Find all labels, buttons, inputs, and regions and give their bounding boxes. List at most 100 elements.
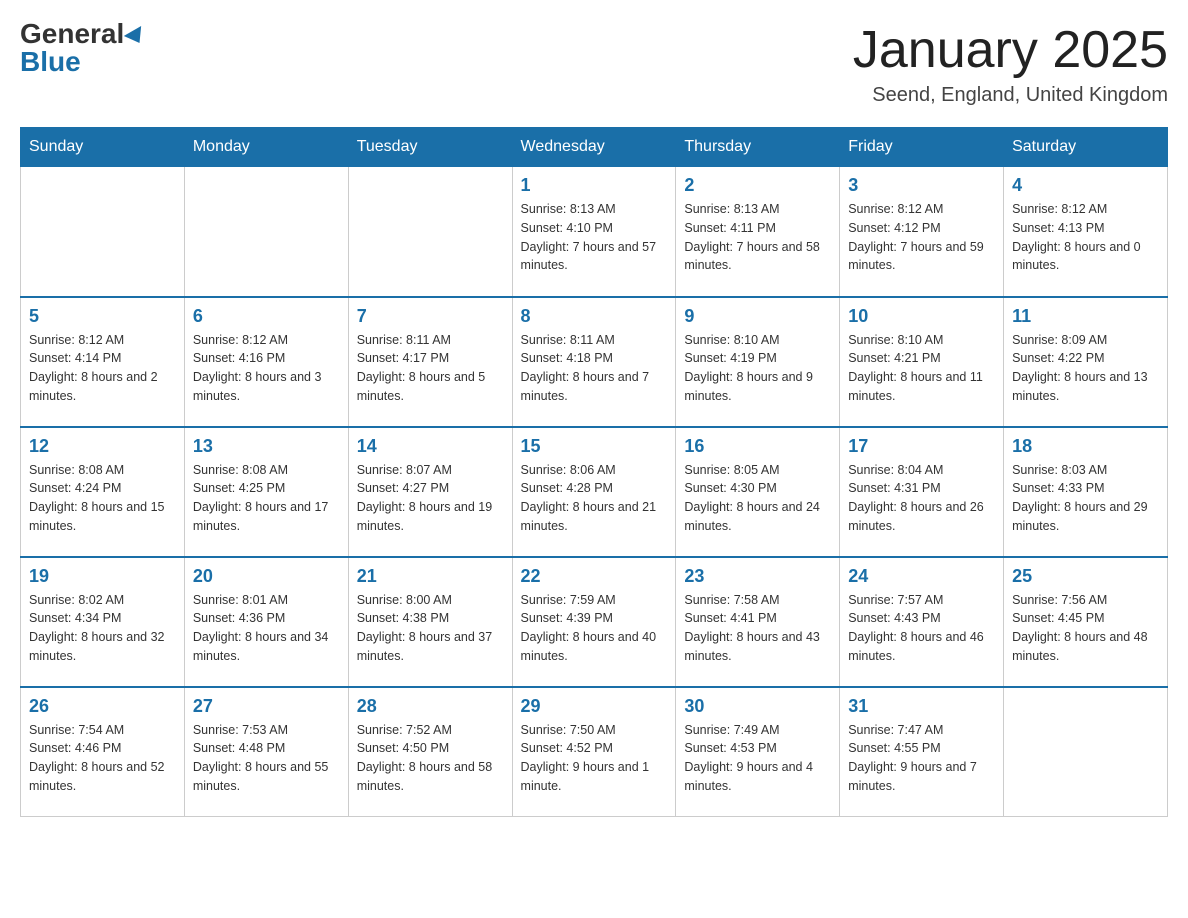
calendar-cell: 30 Sunrise: 7:49 AMSunset: 4:53 PMDayligh… [676, 687, 840, 817]
calendar-header-tuesday: Tuesday [348, 128, 512, 167]
day-info: Sunrise: 8:12 AMSunset: 4:14 PMDaylight:… [29, 331, 176, 406]
day-info: Sunrise: 8:12 AMSunset: 4:13 PMDaylight:… [1012, 200, 1159, 275]
day-info: Sunrise: 7:58 AMSunset: 4:41 PMDaylight:… [684, 591, 831, 666]
calendar-cell [21, 167, 185, 297]
logo-top: General [20, 20, 146, 48]
calendar-week-row: 12 Sunrise: 8:08 AMSunset: 4:24 PMDayligh… [21, 427, 1168, 557]
calendar-cell: 11Sunrise: 8:09 AMSunset: 4:22 PMDayligh… [1004, 297, 1168, 427]
day-number: 10 [848, 306, 995, 327]
day-number: 6 [193, 306, 340, 327]
calendar-cell: 2 Sunrise: 8:13 AMSunset: 4:11 PMDaylight… [676, 167, 840, 297]
day-number: 26 [29, 696, 176, 717]
day-number: 27 [193, 696, 340, 717]
day-number: 18 [1012, 436, 1159, 457]
day-info: Sunrise: 8:12 AMSunset: 4:16 PMDaylight:… [193, 331, 340, 406]
day-number: 12 [29, 436, 176, 457]
day-info: Sunrise: 7:49 AMSunset: 4:53 PMDaylight:… [684, 721, 831, 796]
calendar-cell: 20 Sunrise: 8:01 AMSunset: 4:36 PMDayligh… [184, 557, 348, 687]
calendar-cell: 12 Sunrise: 8:08 AMSunset: 4:24 PMDayligh… [21, 427, 185, 557]
calendar-cell: 17 Sunrise: 8:04 AMSunset: 4:31 PMDayligh… [840, 427, 1004, 557]
day-number: 7 [357, 306, 504, 327]
day-number: 8 [521, 306, 668, 327]
day-info: Sunrise: 8:13 AMSunset: 4:10 PMDaylight:… [521, 200, 668, 275]
day-number: 14 [357, 436, 504, 457]
day-info: Sunrise: 7:54 AMSunset: 4:46 PMDaylight:… [29, 721, 176, 796]
day-info: Sunrise: 8:00 AMSunset: 4:38 PMDaylight:… [357, 591, 504, 666]
calendar-cell: 14 Sunrise: 8:07 AMSunset: 4:27 PMDayligh… [348, 427, 512, 557]
calendar-cell: 27Sunrise: 7:53 AMSunset: 4:48 PMDayligh… [184, 687, 348, 817]
day-number: 25 [1012, 566, 1159, 587]
day-number: 1 [521, 175, 668, 196]
calendar-cell [184, 167, 348, 297]
calendar-header-wednesday: Wednesday [512, 128, 676, 167]
day-number: 13 [193, 436, 340, 457]
calendar-cell: 31Sunrise: 7:47 AMSunset: 4:55 PMDayligh… [840, 687, 1004, 817]
day-info: Sunrise: 8:07 AMSunset: 4:27 PMDaylight:… [357, 461, 504, 536]
calendar-cell: 19 Sunrise: 8:02 AMSunset: 4:34 PMDayligh… [21, 557, 185, 687]
day-info: Sunrise: 8:09 AMSunset: 4:22 PMDaylight:… [1012, 331, 1159, 406]
calendar-week-row: 1 Sunrise: 8:13 AMSunset: 4:10 PMDaylight… [21, 167, 1168, 297]
calendar-cell: 16 Sunrise: 8:05 AMSunset: 4:30 PMDayligh… [676, 427, 840, 557]
day-info: Sunrise: 8:13 AMSunset: 4:11 PMDaylight:… [684, 200, 831, 275]
calendar-cell [348, 167, 512, 297]
day-info: Sunrise: 7:47 AMSunset: 4:55 PMDaylight:… [848, 721, 995, 796]
calendar-table: SundayMondayTuesdayWednesdayThursdayFrid… [20, 127, 1168, 817]
day-number: 28 [357, 696, 504, 717]
location-text: Seend, England, United Kingdom [853, 84, 1168, 107]
month-title: January 2025 [853, 20, 1168, 80]
logo-general-text: General [20, 18, 124, 49]
logo-triangle-icon [124, 26, 148, 48]
day-info: Sunrise: 7:59 AMSunset: 4:39 PMDaylight:… [521, 591, 668, 666]
calendar-cell: 29Sunrise: 7:50 AMSunset: 4:52 PMDayligh… [512, 687, 676, 817]
calendar-cell: 4 Sunrise: 8:12 AMSunset: 4:13 PMDaylight… [1004, 167, 1168, 297]
page-header: General Blue January 2025 Seend, England… [20, 20, 1168, 107]
day-number: 30 [684, 696, 831, 717]
day-number: 20 [193, 566, 340, 587]
day-info: Sunrise: 8:08 AMSunset: 4:25 PMDaylight:… [193, 461, 340, 536]
day-number: 23 [684, 566, 831, 587]
logo-blue-text: Blue [20, 46, 81, 77]
calendar-cell: 25 Sunrise: 7:56 AMSunset: 4:45 PMDayligh… [1004, 557, 1168, 687]
title-section: January 2025 Seend, England, United King… [853, 20, 1168, 107]
calendar-cell: 8 Sunrise: 8:11 AMSunset: 4:18 PMDaylight… [512, 297, 676, 427]
day-info: Sunrise: 8:05 AMSunset: 4:30 PMDaylight:… [684, 461, 831, 536]
calendar-cell: 21 Sunrise: 8:00 AMSunset: 4:38 PMDayligh… [348, 557, 512, 687]
day-number: 24 [848, 566, 995, 587]
day-info: Sunrise: 8:12 AMSunset: 4:12 PMDaylight:… [848, 200, 995, 275]
day-number: 16 [684, 436, 831, 457]
day-info: Sunrise: 8:02 AMSunset: 4:34 PMDaylight:… [29, 591, 176, 666]
calendar-cell: 6 Sunrise: 8:12 AMSunset: 4:16 PMDaylight… [184, 297, 348, 427]
calendar-cell: 28 Sunrise: 7:52 AMSunset: 4:50 PMDayligh… [348, 687, 512, 817]
day-number: 4 [1012, 175, 1159, 196]
day-info: Sunrise: 7:56 AMSunset: 4:45 PMDaylight:… [1012, 591, 1159, 666]
day-number: 2 [684, 175, 831, 196]
calendar-cell: 26 Sunrise: 7:54 AMSunset: 4:46 PMDayligh… [21, 687, 185, 817]
day-number: 19 [29, 566, 176, 587]
calendar-week-row: 5Sunrise: 8:12 AMSunset: 4:14 PMDaylight… [21, 297, 1168, 427]
calendar-header-thursday: Thursday [676, 128, 840, 167]
calendar-header-saturday: Saturday [1004, 128, 1168, 167]
day-info: Sunrise: 8:08 AMSunset: 4:24 PMDaylight:… [29, 461, 176, 536]
day-number: 21 [357, 566, 504, 587]
day-info: Sunrise: 8:04 AMSunset: 4:31 PMDaylight:… [848, 461, 995, 536]
day-info: Sunrise: 8:06 AMSunset: 4:28 PMDaylight:… [521, 461, 668, 536]
calendar-week-row: 26 Sunrise: 7:54 AMSunset: 4:46 PMDayligh… [21, 687, 1168, 817]
day-info: Sunrise: 7:57 AMSunset: 4:43 PMDaylight:… [848, 591, 995, 666]
day-info: Sunrise: 8:10 AMSunset: 4:19 PMDaylight:… [684, 331, 831, 406]
day-info: Sunrise: 8:03 AMSunset: 4:33 PMDaylight:… [1012, 461, 1159, 536]
day-number: 17 [848, 436, 995, 457]
day-info: Sunrise: 8:11 AMSunset: 4:18 PMDaylight:… [521, 331, 668, 406]
calendar-cell: 13 Sunrise: 8:08 AMSunset: 4:25 PMDayligh… [184, 427, 348, 557]
calendar-header-monday: Monday [184, 128, 348, 167]
day-info: Sunrise: 8:10 AMSunset: 4:21 PMDaylight:… [848, 331, 995, 406]
day-info: Sunrise: 8:01 AMSunset: 4:36 PMDaylight:… [193, 591, 340, 666]
calendar-header-row: SundayMondayTuesdayWednesdayThursdayFrid… [21, 128, 1168, 167]
day-number: 15 [521, 436, 668, 457]
calendar-cell: 10 Sunrise: 8:10 AMSunset: 4:21 PMDayligh… [840, 297, 1004, 427]
calendar-cell: 3 Sunrise: 8:12 AMSunset: 4:12 PMDaylight… [840, 167, 1004, 297]
calendar-cell: 23 Sunrise: 7:58 AMSunset: 4:41 PMDayligh… [676, 557, 840, 687]
calendar-cell: 15 Sunrise: 8:06 AMSunset: 4:28 PMDayligh… [512, 427, 676, 557]
calendar-cell: 18 Sunrise: 8:03 AMSunset: 4:33 PMDayligh… [1004, 427, 1168, 557]
day-number: 3 [848, 175, 995, 196]
day-info: Sunrise: 7:52 AMSunset: 4:50 PMDaylight:… [357, 721, 504, 796]
